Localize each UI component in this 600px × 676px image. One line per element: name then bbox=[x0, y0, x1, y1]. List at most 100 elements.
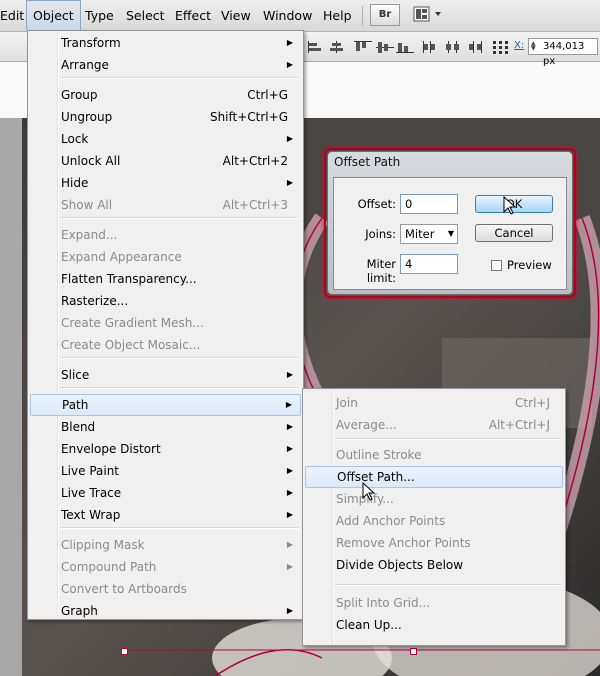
object-menu-item[interactable]: Group Ctrl+G bbox=[30, 84, 301, 106]
object-menu-item[interactable]: Envelope Distort ▶ bbox=[30, 438, 301, 460]
menu-effect[interactable]: Effect bbox=[169, 0, 217, 31]
menu-separator bbox=[60, 357, 299, 359]
path-menu-item[interactable]: Join Ctrl+J bbox=[305, 392, 563, 414]
offset-path-dialog: Offset Path Offset: 0 Joins: Miter ▼ Mit… bbox=[327, 151, 573, 295]
mouse-cursor-icon bbox=[503, 196, 517, 215]
submenu-arrow-icon: ▶ bbox=[286, 134, 293, 143]
object-menu-item[interactable]: Create Gradient Mesh... bbox=[30, 312, 301, 334]
object-menu-item[interactable]: Arrange ▶ bbox=[30, 54, 301, 76]
align-left-icon[interactable] bbox=[306, 39, 328, 55]
path-menu-item[interactable]: Offset Path... bbox=[305, 466, 563, 488]
menu-window[interactable]: Window bbox=[257, 0, 318, 31]
object-menu-item[interactable]: Text Wrap ▶ bbox=[30, 504, 301, 526]
path-menu-item[interactable]: Simplify... bbox=[305, 488, 563, 510]
joins-label: Joins: bbox=[365, 227, 396, 241]
object-menu-item[interactable]: Flatten Transparency... bbox=[30, 268, 301, 290]
menu-item-label: Show All bbox=[61, 198, 113, 212]
dialog-title: Offset Path bbox=[334, 155, 401, 169]
menu-item-shortcut: Alt+Ctrl+3 bbox=[222, 198, 288, 212]
align-bottom-icon[interactable] bbox=[394, 39, 416, 55]
object-menu-item[interactable]: Live Trace ▶ bbox=[30, 482, 301, 504]
menu-item-label: Rasterize... bbox=[61, 294, 129, 308]
menu-item-label: Create Gradient Mesh... bbox=[61, 316, 204, 330]
menu-bar: Edit Object Type Select Effect View Wind… bbox=[0, 0, 600, 32]
joins-select[interactable]: Miter ▼ bbox=[400, 224, 458, 244]
menu-type[interactable]: Type bbox=[79, 0, 120, 31]
path-menu-item[interactable]: Split Into Grid... bbox=[305, 592, 563, 614]
submenu-arrow-icon: ▶ bbox=[286, 510, 293, 519]
menu-item-label: Remove Anchor Points bbox=[336, 536, 471, 550]
menu-item-label: Graph bbox=[61, 604, 98, 618]
preview-checkbox[interactable] bbox=[491, 260, 502, 271]
menu-item-label: Envelope Distort bbox=[61, 442, 161, 456]
menu-item-label: Flatten Transparency... bbox=[61, 272, 197, 286]
object-menu-item[interactable]: Ungroup Shift+Ctrl+G bbox=[30, 106, 301, 128]
menu-item-shortcut: Alt+Ctrl+J bbox=[488, 418, 550, 432]
x-position-field[interactable]: 344,013 px bbox=[528, 38, 598, 67]
object-menu-item[interactable]: Expand Appearance bbox=[30, 246, 301, 268]
offset-field[interactable]: 0 bbox=[400, 194, 458, 214]
menu-separator bbox=[60, 387, 299, 389]
object-menu-item[interactable]: Hide ▶ bbox=[30, 172, 301, 194]
path-menu-item[interactable]: Outline Stroke bbox=[305, 444, 563, 466]
menu-item-label: Live Paint bbox=[61, 464, 120, 478]
menu-item-label: Create Object Mosaic... bbox=[61, 338, 201, 352]
menu-object[interactable]: Object bbox=[26, 0, 81, 30]
menu-item-shortcut: Ctrl+J bbox=[515, 396, 550, 410]
path-menu-item[interactable]: Remove Anchor Points bbox=[305, 532, 563, 554]
menu-item-label: Lock bbox=[61, 132, 89, 146]
align-middle-icon[interactable] bbox=[374, 39, 396, 55]
workspace-layout-icon[interactable] bbox=[412, 6, 444, 24]
object-menu-item[interactable]: Compound Path ▶ bbox=[30, 556, 301, 578]
path-menu-item[interactable]: Average... Alt+Ctrl+J bbox=[305, 414, 563, 436]
miter-limit-field[interactable]: 4 bbox=[400, 254, 458, 274]
object-menu-item[interactable]: Path ▶ bbox=[30, 394, 301, 416]
selection-handle[interactable] bbox=[121, 648, 128, 655]
object-menu-item[interactable]: Expand... bbox=[30, 224, 301, 246]
cancel-button[interactable]: Cancel bbox=[475, 224, 553, 242]
path-menu-item[interactable]: Clean Up... bbox=[305, 614, 563, 636]
submenu-arrow-icon: ▶ bbox=[286, 540, 293, 549]
object-menu-item[interactable]: Slice ▶ bbox=[30, 364, 301, 386]
menu-separator bbox=[335, 438, 561, 440]
object-menu-item[interactable]: Unlock All Alt+Ctrl+2 bbox=[30, 150, 301, 172]
menu-separator bbox=[60, 527, 299, 529]
object-menu-item[interactable]: Rasterize... bbox=[30, 290, 301, 312]
distribute-right-icon[interactable] bbox=[464, 39, 486, 55]
object-menu-item[interactable]: Graph ▶ bbox=[30, 600, 301, 622]
x-position-label[interactable]: X: bbox=[514, 40, 524, 51]
menu-item-label: Expand Appearance bbox=[61, 250, 182, 264]
menu-item-label: Path bbox=[62, 398, 89, 412]
bridge-button[interactable]: Br bbox=[370, 4, 400, 26]
submenu-arrow-icon: ▶ bbox=[286, 606, 293, 615]
object-menu-item[interactable]: Lock ▶ bbox=[30, 128, 301, 150]
x-stepper-icon[interactable]: ▲ ▼ bbox=[531, 41, 536, 52]
joins-value: Miter bbox=[405, 227, 435, 241]
menu-select[interactable]: Select bbox=[120, 0, 171, 31]
transform-reference-icon[interactable] bbox=[490, 39, 512, 55]
menu-separator bbox=[60, 77, 299, 79]
submenu-arrow-icon: ▶ bbox=[286, 488, 293, 497]
object-menu-item[interactable]: Create Object Mosaic... bbox=[30, 334, 301, 356]
align-top-icon[interactable] bbox=[352, 39, 374, 55]
object-menu-item[interactable]: Clipping Mask ▶ bbox=[30, 534, 301, 556]
object-menu-item[interactable]: Transform ▶ bbox=[30, 32, 301, 54]
distribute-left-icon[interactable] bbox=[420, 39, 442, 55]
menu-item-shortcut: Ctrl+G bbox=[247, 88, 288, 102]
object-menu-item[interactable]: Show All Alt+Ctrl+3 bbox=[30, 194, 301, 216]
object-menu-item[interactable]: Convert to Artboards bbox=[30, 578, 301, 600]
menu-view[interactable]: View bbox=[215, 0, 257, 31]
menu-item-label: Split Into Grid... bbox=[336, 596, 431, 610]
selection-handle[interactable] bbox=[410, 648, 417, 655]
path-menu-item[interactable]: Divide Objects Below bbox=[305, 554, 563, 576]
path-menu-item[interactable]: Add Anchor Points bbox=[305, 510, 563, 532]
menu-item-label: Add Anchor Points bbox=[336, 514, 446, 528]
align-center-icon[interactable] bbox=[326, 39, 348, 55]
miter-limit-label: Miter limit: bbox=[366, 257, 396, 285]
distribute-center-icon[interactable] bbox=[442, 39, 464, 55]
menu-item-label: Text Wrap bbox=[61, 508, 121, 522]
object-menu-item[interactable]: Blend ▶ bbox=[30, 416, 301, 438]
menu-help[interactable]: Help bbox=[317, 0, 358, 31]
object-menu-item[interactable]: Live Paint ▶ bbox=[30, 460, 301, 482]
dropdown-arrow-icon: ▼ bbox=[447, 229, 454, 238]
